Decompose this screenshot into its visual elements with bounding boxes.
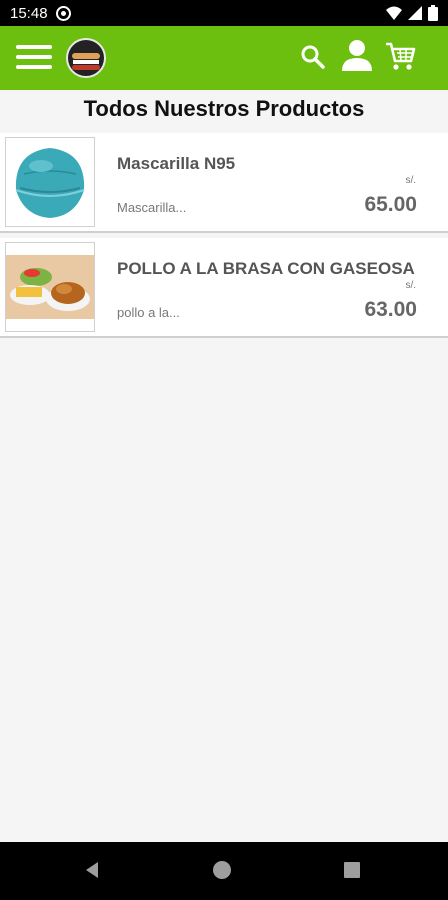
recents-icon[interactable] [342, 860, 362, 880]
status-bar: 15:48 [0, 0, 448, 26]
status-time: 15:48 [10, 4, 48, 22]
battery-icon [428, 5, 438, 21]
cart-icon[interactable] [384, 40, 416, 72]
home-icon[interactable] [212, 860, 232, 880]
signal-icon [408, 6, 422, 20]
product-card-pollo[interactable]: POLLO A LA BRASA CON GASEOSA pollo a la.… [0, 238, 448, 338]
status-icons [386, 5, 438, 21]
product-price: 63.00 [364, 298, 417, 321]
page-title: Todos Nuestros Productos [83, 96, 365, 121]
user-icon[interactable] [340, 39, 374, 73]
product-currency: s/. [405, 280, 416, 291]
product-name: Mascarilla N95 [117, 154, 236, 173]
product-image-mask [5, 137, 95, 227]
product-card-mascarilla[interactable]: Mascarilla N95 Mascarilla... s/. 65.00 [0, 133, 448, 233]
product-price: 65.00 [364, 193, 417, 216]
logo [66, 38, 106, 78]
product-name: POLLO A LA BRASA CON GASEOSA [117, 259, 415, 278]
search-icon[interactable] [300, 44, 326, 70]
app-bar [0, 26, 448, 90]
menu-icon [16, 45, 52, 49]
menu-button[interactable] [16, 40, 52, 74]
sync-icon [55, 5, 71, 21]
system-nav-bar [0, 842, 448, 900]
product-description: pollo a la... [117, 305, 180, 320]
product-currency: s/. [405, 175, 416, 186]
product-image-chicken [5, 242, 95, 332]
product-description: Mascarilla... [117, 200, 187, 215]
back-icon[interactable] [82, 860, 102, 880]
wifi-icon [386, 6, 402, 20]
